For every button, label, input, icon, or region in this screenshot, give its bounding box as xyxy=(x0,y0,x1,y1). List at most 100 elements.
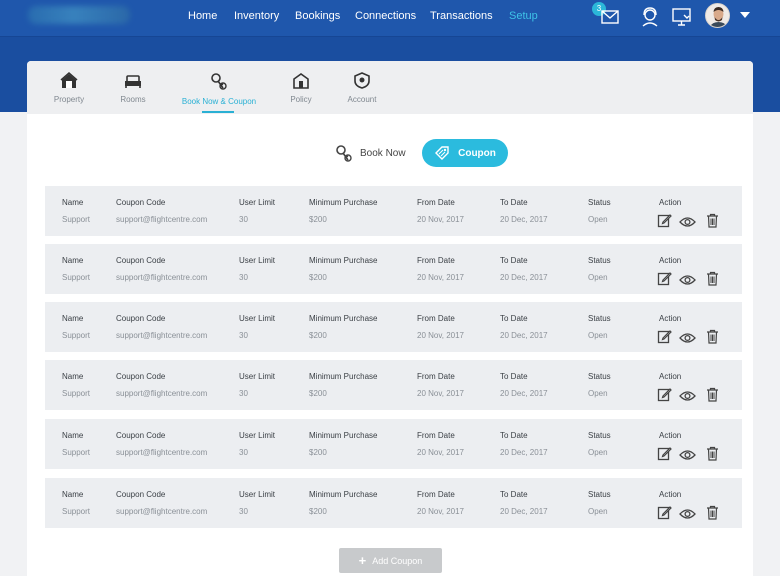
column-header: From Date xyxy=(417,314,455,323)
cell-value: support@flightcentre.com xyxy=(116,448,208,457)
tab-label: Book Now & Coupon xyxy=(181,97,257,106)
cell-value: support@flightcentre.com xyxy=(116,389,208,398)
brand-logo[interactable] xyxy=(28,6,130,24)
delete-icon[interactable] xyxy=(706,505,719,525)
cell-value: $200 xyxy=(309,507,327,516)
delete-icon[interactable] xyxy=(706,446,719,466)
view-icon[interactable] xyxy=(679,389,696,407)
chevron-down-icon[interactable] xyxy=(740,12,750,18)
cell-value: Support xyxy=(62,389,91,398)
column-header: Minimum Purchase xyxy=(309,372,378,381)
view-icon[interactable] xyxy=(679,331,696,349)
cell-code: Coupon Code support@flightcentre.com xyxy=(116,490,207,516)
tab-policy[interactable]: Policy xyxy=(287,72,315,112)
tab-label: Rooms xyxy=(120,95,146,104)
row-actions xyxy=(657,505,721,521)
setup-tabs: Property Rooms Book Now & Coupon Policy … xyxy=(27,61,753,114)
column-header: Action xyxy=(659,198,682,207)
edit-icon[interactable] xyxy=(657,387,672,407)
setup-card: Property Rooms Book Now & Coupon Policy … xyxy=(27,61,753,576)
view-icon[interactable] xyxy=(679,448,696,466)
bed-icon xyxy=(125,75,141,88)
plus-icon: + xyxy=(358,553,367,568)
table-row: Name Support Coupon Code support@flightcent… xyxy=(45,419,742,469)
cell-action: Action xyxy=(659,490,681,499)
column-header: Minimum Purchase xyxy=(309,490,378,499)
cell-limit: User Limit 30 xyxy=(239,431,275,457)
column-header: Status xyxy=(588,431,611,440)
tab-property[interactable]: Property xyxy=(49,72,89,112)
column-header: To Date xyxy=(500,431,528,440)
column-header: To Date xyxy=(500,256,528,265)
book-now-toggle[interactable]: Book Now xyxy=(334,143,406,163)
cell-limit: User Limit 30 xyxy=(239,198,275,224)
nav-inventory[interactable]: Inventory xyxy=(234,10,279,22)
column-header: Name xyxy=(62,490,84,499)
cell-to: To Date 20 Dec, 2017 xyxy=(500,431,548,457)
column-header: User Limit xyxy=(239,314,276,323)
delete-icon[interactable] xyxy=(706,387,719,407)
cell-value: 20 Nov, 2017 xyxy=(417,448,464,457)
cell-value: Open xyxy=(588,273,608,282)
edit-icon[interactable] xyxy=(657,213,672,233)
row-actions xyxy=(657,271,721,287)
edit-icon[interactable] xyxy=(657,329,672,349)
add-coupon-button[interactable]: + Add Coupon xyxy=(339,548,442,573)
cell-name: Name Support xyxy=(62,256,90,282)
user-avatar[interactable] xyxy=(705,3,730,28)
delete-icon[interactable] xyxy=(706,271,719,291)
column-header: User Limit xyxy=(239,490,276,499)
cell-name: Name Support xyxy=(62,372,90,398)
cell-value: $200 xyxy=(309,273,327,282)
column-header: To Date xyxy=(500,490,528,499)
column-header: To Date xyxy=(500,372,528,381)
cell-action: Action xyxy=(659,431,681,440)
cell-value: 30 xyxy=(239,215,248,224)
column-header: User Limit xyxy=(239,198,276,207)
cell-from: From Date 20 Nov, 2017 xyxy=(417,490,464,516)
column-header: To Date xyxy=(500,314,528,323)
nav-setup[interactable]: Setup xyxy=(509,10,538,22)
active-tab-indicator xyxy=(202,111,234,113)
row-actions xyxy=(657,446,721,462)
column-header: Coupon Code xyxy=(116,372,166,381)
nav-home[interactable]: Home xyxy=(188,10,217,22)
view-icon[interactable] xyxy=(679,273,696,291)
cell-from: From Date 20 Nov, 2017 xyxy=(417,198,464,224)
delete-icon[interactable] xyxy=(706,213,719,233)
cell-min: Minimum Purchase $200 xyxy=(309,490,377,516)
nav-bookings[interactable]: Bookings xyxy=(295,10,340,22)
mail-icon[interactable] xyxy=(600,6,622,28)
tab-account[interactable]: Account xyxy=(344,72,380,112)
cell-value: 30 xyxy=(239,448,248,457)
column-header: Name xyxy=(62,314,84,323)
cell-limit: User Limit 30 xyxy=(239,372,275,398)
column-header: Status xyxy=(588,256,611,265)
cell-limit: User Limit 30 xyxy=(239,256,275,282)
cell-status: Status Open xyxy=(588,256,611,282)
cell-name: Name Support xyxy=(62,431,90,457)
delete-icon[interactable] xyxy=(706,329,719,349)
tab-label: Account xyxy=(347,95,377,104)
nav-transactions[interactable]: Transactions xyxy=(430,10,493,22)
cell-from: From Date 20 Nov, 2017 xyxy=(417,431,464,457)
edit-icon[interactable] xyxy=(657,446,672,466)
cell-value: 30 xyxy=(239,331,248,340)
cell-name: Name Support xyxy=(62,314,90,340)
house-icon xyxy=(293,73,309,89)
tab-rooms[interactable]: Rooms xyxy=(115,72,151,112)
view-icon[interactable] xyxy=(679,215,696,233)
column-header: Name xyxy=(62,431,84,440)
cell-value: Support xyxy=(62,273,91,282)
coupon-toggle[interactable]: Coupon xyxy=(422,139,508,167)
view-icon[interactable] xyxy=(679,507,696,525)
cell-code: Coupon Code support@flightcentre.com xyxy=(116,198,207,224)
edit-icon[interactable] xyxy=(657,505,672,525)
edit-icon[interactable] xyxy=(657,271,672,291)
cell-value: 20 Dec, 2017 xyxy=(500,507,548,516)
support-agent-icon[interactable] xyxy=(639,6,661,28)
tab-book-now-coupon[interactable]: Book Now & Coupon xyxy=(177,72,261,112)
monitor-icon[interactable] xyxy=(671,6,693,28)
nav-connections[interactable]: Connections xyxy=(355,10,416,22)
cell-action: Action xyxy=(659,256,681,265)
